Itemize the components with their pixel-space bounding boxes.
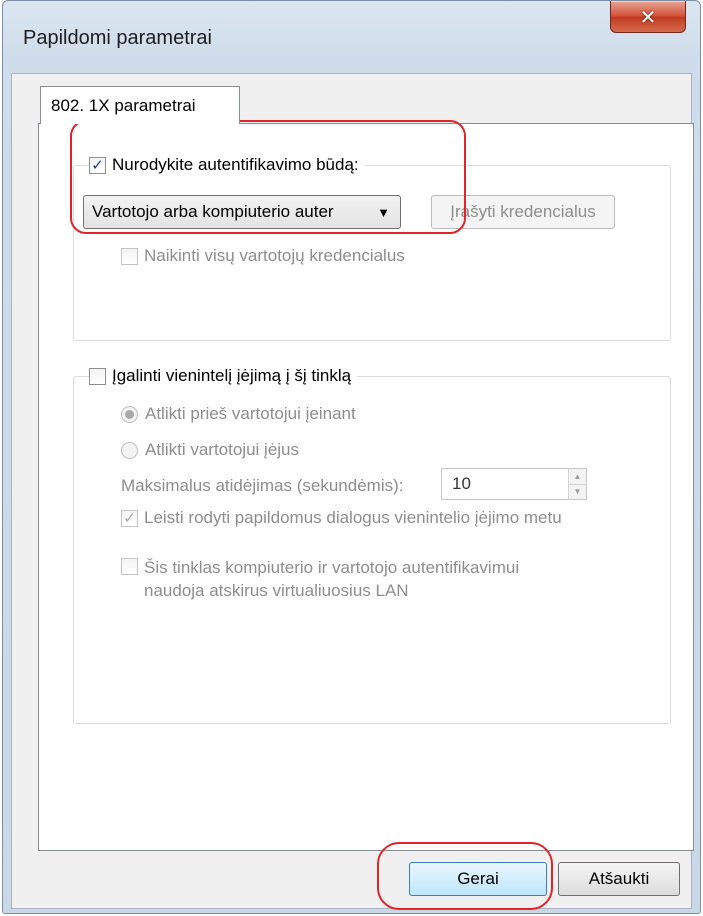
separate-vlan-label: Šis tinklas kompiuterio ir vartotojo aut… — [144, 556, 519, 602]
separate-vlan-row[interactable]: Šis tinklas kompiuterio ir vartotojo aut… — [121, 556, 519, 602]
tab-panel: ✓ Nurodykite autentifikavimo būdą: Varto… — [38, 123, 694, 851]
dialog-window: Papildomi parametrai ✕ 802. 1X parametra… — [2, 0, 701, 914]
close-icon: ✕ — [639, 4, 657, 29]
close-button[interactable]: ✕ — [610, 1, 686, 33]
radio-after-logon-row[interactable]: Atlikti vartotojui įėjus — [121, 440, 299, 460]
chevron-down-icon: ▼ — [377, 205, 390, 220]
radio-before-logon-row[interactable]: Atlikti prieš vartotojui įeinant — [121, 404, 356, 424]
spin-down-icon[interactable]: ▼ — [569, 484, 586, 499]
separate-vlan-label-line2: naudoja atskirus virtualiuosius LAN — [144, 581, 409, 600]
radio-after-logon[interactable] — [121, 441, 138, 459]
radio-before-logon-label: Atlikti prieš vartotojui įeinant — [145, 404, 356, 423]
radio-before-logon[interactable] — [121, 405, 138, 423]
spinner-buttons: ▲ ▼ — [568, 469, 586, 499]
sso-checkbox-row[interactable]: Įgalinti vienintelį įėjimą į šį tinklą — [89, 363, 358, 389]
window-title: Papildomi parametrai — [23, 27, 212, 49]
ok-button[interactable]: Gerai — [409, 862, 547, 896]
client-area: 802. 1X parametrai ✓ Nurodykite autentif… — [11, 73, 694, 909]
separate-vlan-checkbox[interactable] — [121, 558, 138, 575]
auth-mode-checkbox-row[interactable]: ✓ Nurodykite autentifikavimo būdą: — [89, 152, 365, 178]
spin-up-icon[interactable]: ▲ — [569, 469, 586, 485]
delete-credentials-label: Naikinti visų vartotojų kredencialus — [144, 246, 405, 265]
max-delay-label-wrap: Maksimalus atidėjimas (sekundėmis): — [121, 476, 403, 496]
separate-vlan-label-line1: Šis tinklas kompiuterio ir vartotojo aut… — [144, 558, 520, 577]
max-delay-value: 10 — [452, 474, 471, 493]
sso-groupbox — [73, 376, 671, 724]
radio-after-logon-label: Atlikti vartotojui įėjus — [145, 440, 300, 459]
auth-mode-dropdown[interactable]: Vartotojo arba kompiuterio auter ▼ — [83, 195, 401, 229]
sso-label: Įgalinti vienintelį įėjimą į šį tinklą — [112, 366, 352, 385]
allow-dialogs-row[interactable]: ✓ Leisti rodyti papildomus dialogus vien… — [121, 508, 562, 528]
auth-mode-selected: Vartotojo arba kompiuterio auter — [92, 202, 334, 221]
title-bar[interactable]: Papildomi parametrai ✕ — [3, 1, 700, 71]
tab-8021x-settings[interactable]: 802. 1X parametrai — [40, 86, 240, 124]
cancel-button[interactable]: Atšaukti — [558, 862, 680, 896]
allow-dialogs-label: Leisti rodyti papildomus dialogus vienin… — [144, 508, 562, 527]
max-delay-spinner[interactable]: 10 ▲ ▼ — [441, 468, 587, 500]
save-credentials-button[interactable]: Įrašyti kredencialus — [431, 195, 615, 229]
max-delay-label: Maksimalus atidėjimas (sekundėmis): — [121, 476, 404, 495]
tab-label: 802. 1X parametrai — [51, 95, 196, 115]
delete-credentials-row[interactable]: Naikinti visų vartotojų kredencialus — [121, 246, 405, 266]
allow-dialogs-checkbox[interactable]: ✓ — [121, 509, 138, 527]
auth-mode-checkbox[interactable]: ✓ — [89, 156, 106, 174]
sso-checkbox[interactable] — [89, 367, 106, 385]
auth-mode-label: Nurodykite autentifikavimo būdą: — [112, 155, 359, 174]
delete-credentials-checkbox[interactable] — [121, 247, 138, 265]
